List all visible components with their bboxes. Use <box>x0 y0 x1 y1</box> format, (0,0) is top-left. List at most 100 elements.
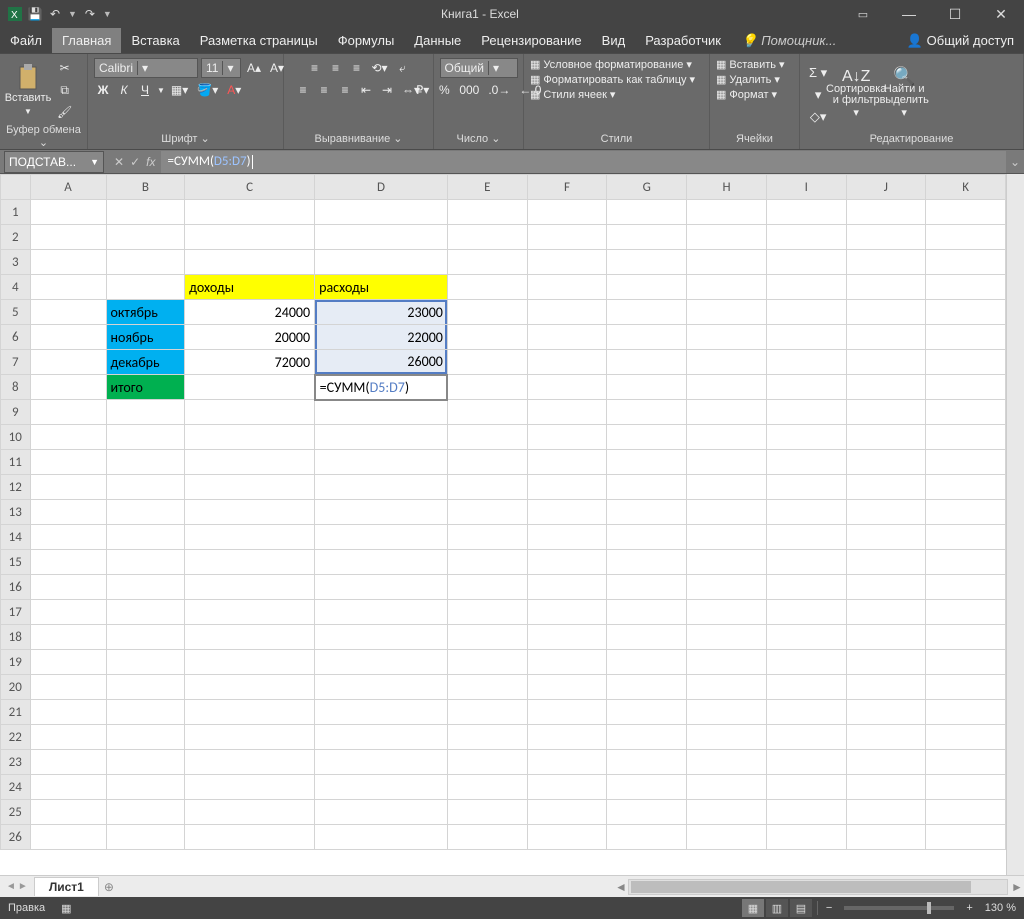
cell-I16[interactable] <box>767 575 847 600</box>
cell-I2[interactable] <box>767 225 847 250</box>
cell-A21[interactable] <box>30 700 106 725</box>
cell-D14[interactable] <box>315 525 448 550</box>
cell-F22[interactable] <box>527 725 607 750</box>
cell-A1[interactable] <box>30 200 106 225</box>
cell-E13[interactable] <box>447 500 527 525</box>
cell-G10[interactable] <box>607 425 687 450</box>
cell-H23[interactable] <box>687 750 767 775</box>
cell-D21[interactable] <box>315 700 448 725</box>
cell-G21[interactable] <box>607 700 687 725</box>
cell-K12[interactable] <box>926 475 1006 500</box>
column-header-C[interactable]: C <box>185 175 315 200</box>
cell-B21[interactable] <box>106 700 185 725</box>
conditional-formatting-button[interactable]: ▦Условное форматирование ▾ <box>530 58 692 71</box>
row-header-16[interactable]: 16 <box>1 575 31 600</box>
cell-G25[interactable] <box>607 800 687 825</box>
tell-me-search[interactable]: 💡 Помощник... <box>731 28 846 53</box>
cell-C25[interactable] <box>185 800 315 825</box>
cell-K2[interactable] <box>926 225 1006 250</box>
cell-C12[interactable] <box>185 475 315 500</box>
cell-H18[interactable] <box>687 625 767 650</box>
cell-F15[interactable] <box>527 550 607 575</box>
cell-J16[interactable] <box>846 575 926 600</box>
cell-E24[interactable] <box>447 775 527 800</box>
horizontal-scrollbar[interactable] <box>628 879 1008 895</box>
cell-C2[interactable] <box>185 225 315 250</box>
cell-C9[interactable] <box>185 400 315 425</box>
cell-I7[interactable] <box>767 350 847 375</box>
cell-G7[interactable] <box>607 350 687 375</box>
cell-K14[interactable] <box>926 525 1006 550</box>
cell-F13[interactable] <box>527 500 607 525</box>
format-painter-button[interactable]: 🖌 <box>54 102 75 122</box>
cell-C20[interactable] <box>185 675 315 700</box>
cell-I22[interactable] <box>767 725 847 750</box>
cell-F14[interactable] <box>527 525 607 550</box>
cell-C14[interactable] <box>185 525 315 550</box>
cell-H8[interactable] <box>687 375 767 400</box>
cell-D4[interactable]: расходы <box>315 275 448 300</box>
undo-dd-icon[interactable]: ▼ <box>68 9 77 19</box>
underline-button[interactable]: Ч <box>136 80 154 100</box>
cell-F20[interactable] <box>527 675 607 700</box>
cell-B19[interactable] <box>106 650 185 675</box>
cell-H22[interactable] <box>687 725 767 750</box>
decrease-indent-button[interactable]: ⇤ <box>357 80 375 100</box>
cell-E11[interactable] <box>447 450 527 475</box>
cell-K24[interactable] <box>926 775 1006 800</box>
cell-G24[interactable] <box>607 775 687 800</box>
name-box[interactable]: ПОДСТАВ...▼ <box>4 151 104 173</box>
fill-color-button[interactable]: 🪣▾ <box>194 80 221 100</box>
cell-J12[interactable] <box>846 475 926 500</box>
cell-H3[interactable] <box>687 250 767 275</box>
row-header-15[interactable]: 15 <box>1 550 31 575</box>
cell-C5[interactable]: 24000 <box>185 300 315 325</box>
sheet-nav-next-button[interactable]: ► <box>18 881 28 892</box>
cell-C24[interactable] <box>185 775 315 800</box>
cell-B22[interactable] <box>106 725 185 750</box>
cell-G3[interactable] <box>607 250 687 275</box>
cell-K10[interactable] <box>926 425 1006 450</box>
cell-J9[interactable] <box>846 400 926 425</box>
cell-G8[interactable] <box>607 375 687 400</box>
cell-A7[interactable] <box>30 350 106 375</box>
format-as-table-button[interactable]: ▦Форматировать как таблицу ▾ <box>530 73 695 86</box>
cell-G9[interactable] <box>607 400 687 425</box>
cell-I1[interactable] <box>767 200 847 225</box>
cell-I26[interactable] <box>767 825 847 850</box>
cell-J20[interactable] <box>846 675 926 700</box>
cell-K16[interactable] <box>926 575 1006 600</box>
cell-G2[interactable] <box>607 225 687 250</box>
align-bottom-button[interactable]: ≡ <box>347 58 365 78</box>
align-right-button[interactable]: ≡ <box>336 80 354 100</box>
cell-B25[interactable] <box>106 800 185 825</box>
cell-E12[interactable] <box>447 475 527 500</box>
cell-I6[interactable] <box>767 325 847 350</box>
cell-I20[interactable] <box>767 675 847 700</box>
cell-J25[interactable] <box>846 800 926 825</box>
cell-J21[interactable] <box>846 700 926 725</box>
cell-I9[interactable] <box>767 400 847 425</box>
cell-C22[interactable] <box>185 725 315 750</box>
percent-button[interactable]: % <box>435 80 453 100</box>
cell-G1[interactable] <box>607 200 687 225</box>
cell-F7[interactable] <box>527 350 607 375</box>
cell-F16[interactable] <box>527 575 607 600</box>
cell-J5[interactable] <box>846 300 926 325</box>
row-header-10[interactable]: 10 <box>1 425 31 450</box>
row-header-22[interactable]: 22 <box>1 725 31 750</box>
cell-K22[interactable] <box>926 725 1006 750</box>
cell-H6[interactable] <box>687 325 767 350</box>
cell-D2[interactable] <box>315 225 448 250</box>
cell-C4[interactable]: доходы <box>185 275 315 300</box>
row-header-24[interactable]: 24 <box>1 775 31 800</box>
cell-G15[interactable] <box>607 550 687 575</box>
cell-B8[interactable]: итого <box>106 375 185 400</box>
align-left-button[interactable]: ≡ <box>294 80 312 100</box>
cell-C18[interactable] <box>185 625 315 650</box>
cell-B26[interactable] <box>106 825 185 850</box>
tab-data[interactable]: Данные <box>404 28 471 53</box>
cell-K13[interactable] <box>926 500 1006 525</box>
cell-B24[interactable] <box>106 775 185 800</box>
cell-H20[interactable] <box>687 675 767 700</box>
